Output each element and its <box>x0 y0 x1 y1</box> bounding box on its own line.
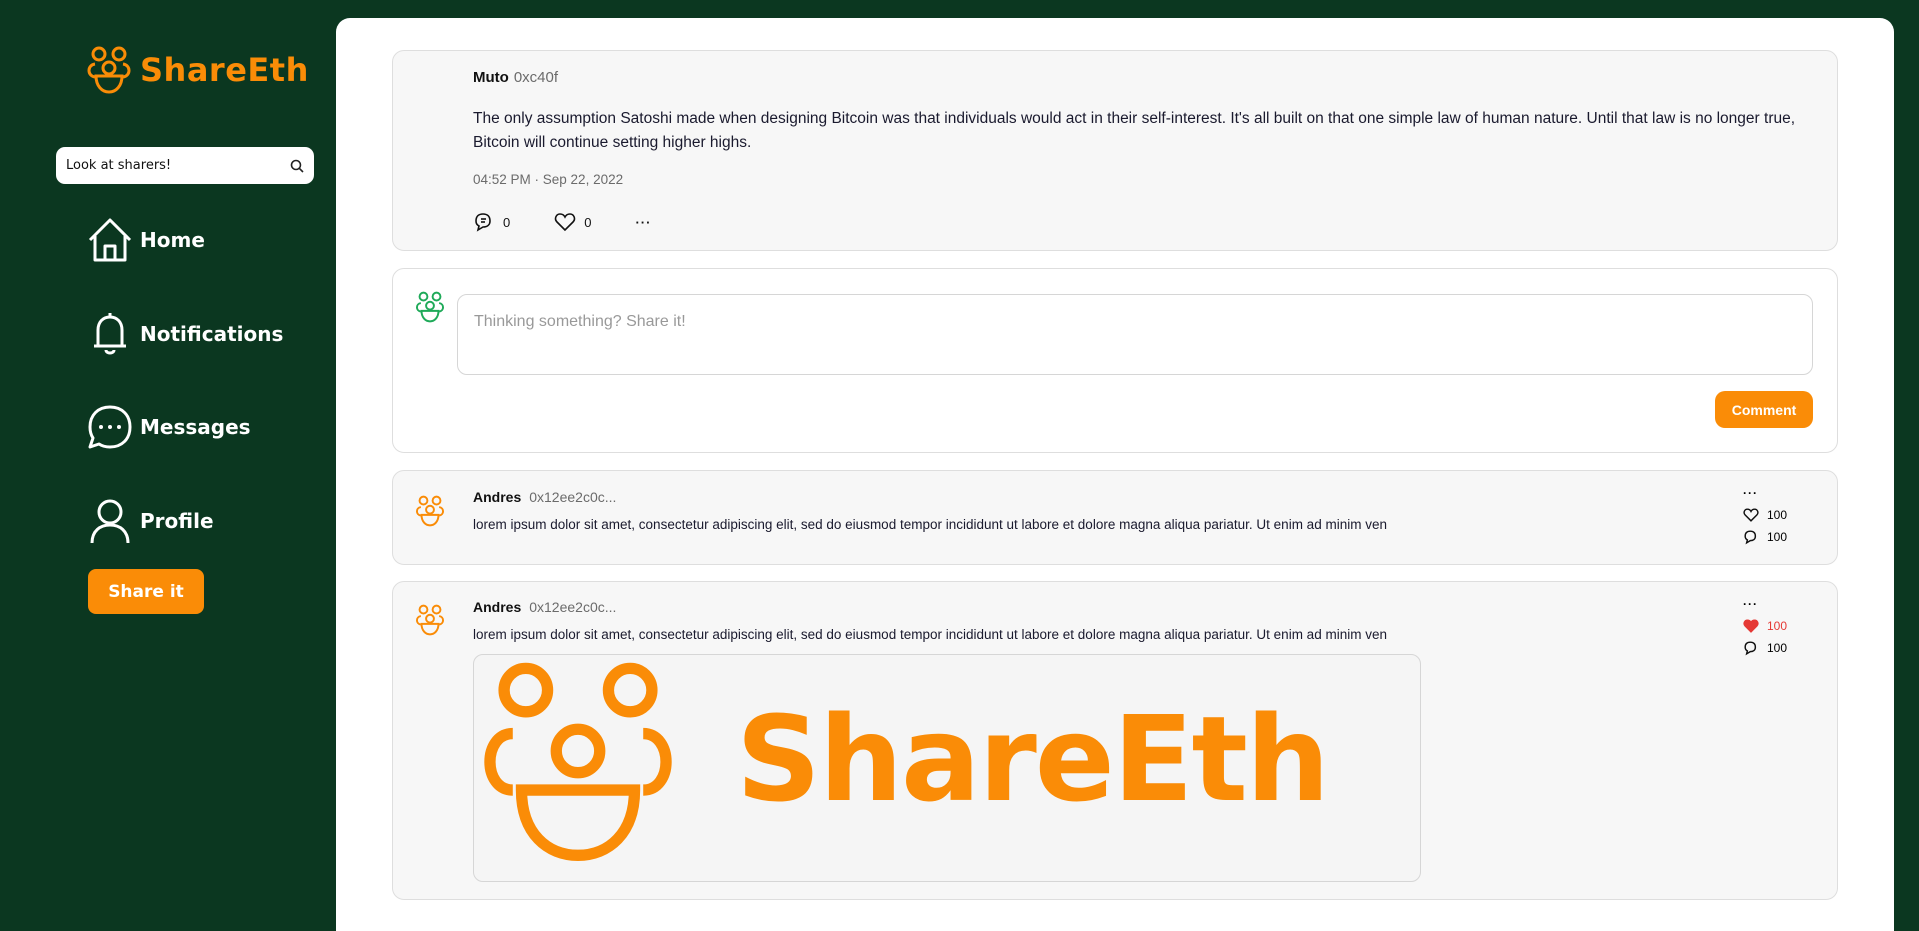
comment-actions: ··· 100 100 <box>1743 485 1787 545</box>
message-icon <box>88 405 132 449</box>
search-input[interactable] <box>66 158 290 173</box>
comment-actions: ··· 100 100 <box>1743 596 1787 656</box>
scrollbar[interactable] <box>1905 18 1919 931</box>
post-handle: 0xc40f <box>513 69 559 86</box>
home-icon <box>88 218 132 262</box>
share-it-button[interactable]: Share it <box>88 569 204 614</box>
search-box <box>56 147 314 184</box>
comment-icon[interactable] <box>1743 640 1759 656</box>
comment-count: 0 <box>503 214 511 230</box>
banner-logo-text: ShareEth <box>736 690 1330 828</box>
comment-text: lorem ipsum dolor sit amet, consectetur … <box>473 517 1387 532</box>
feed-panel: Muto 0xc40f The only assumption Satoshi … <box>336 18 1894 931</box>
post-timestamp: 04:52 PM · Sep 22, 2022 <box>473 172 624 187</box>
comment-author[interactable]: Andres <box>473 489 521 505</box>
comment-count: 100 <box>1766 530 1787 544</box>
like-count: 100 <box>1766 508 1787 522</box>
post-author[interactable]: Muto <box>473 69 509 86</box>
sidebar: ShareEth Home Notifications Messages Pro… <box>0 0 336 931</box>
nav-messages[interactable]: Messages <box>86 403 251 451</box>
search-icon[interactable] <box>290 159 304 173</box>
more-options-icon[interactable]: ··· <box>1743 486 1758 500</box>
comment-icon[interactable] <box>473 211 495 233</box>
comment-handle: 0x12ee2c0c... <box>529 599 617 615</box>
nav-notifications[interactable]: Notifications <box>86 310 283 358</box>
comment-header: Andres 0x12ee2c0c... <box>473 599 616 615</box>
comment-card: Andres 0x12ee2c0c... lorem ipsum dolor s… <box>392 470 1838 565</box>
sharers-logo-icon <box>484 662 672 861</box>
comment-card: Andres 0x12ee2c0c... lorem ipsum dolor s… <box>392 581 1838 900</box>
comment-count: 100 <box>1766 641 1787 655</box>
heart-icon[interactable] <box>1743 507 1759 523</box>
bell-icon <box>94 313 126 355</box>
more-options-icon[interactable]: ··· <box>635 215 651 230</box>
attached-image[interactable]: ShareEth <box>473 654 1421 882</box>
post-text: The only assumption Satoshi made when de… <box>473 110 1796 151</box>
nav-label: Messages <box>140 415 251 439</box>
user-icon <box>90 499 130 544</box>
nav-home[interactable]: Home <box>86 216 205 264</box>
comment-icon[interactable] <box>1743 529 1759 545</box>
more-options-icon[interactable]: ··· <box>1743 597 1758 611</box>
comment-handle: 0x12ee2c0c... <box>529 489 617 505</box>
like-count: 0 <box>584 214 592 230</box>
post-header: Muto 0xc40f <box>473 69 558 86</box>
like-count: 100 <box>1766 619 1787 633</box>
app-name: ShareEth <box>140 51 309 89</box>
nav-label: Home <box>140 228 205 252</box>
user-avatar-icon <box>415 604 445 636</box>
heart-icon[interactable] <box>554 211 576 233</box>
heart-filled-icon[interactable] <box>1743 618 1759 634</box>
sharers-logo-icon <box>87 46 131 94</box>
nav-profile[interactable]: Profile <box>86 497 214 545</box>
nav-label: Profile <box>140 509 214 533</box>
nav-label: Notifications <box>140 322 284 346</box>
comment-composer: Comment <box>392 268 1838 453</box>
comment-input[interactable] <box>457 294 1813 375</box>
main-post: Muto 0xc40f The only assumption Satoshi … <box>392 50 1838 251</box>
user-avatar-icon <box>415 495 445 527</box>
comment-header: Andres 0x12ee2c0c... <box>473 489 616 505</box>
comment-text: lorem ipsum dolor sit amet, consectetur … <box>473 627 1387 642</box>
user-avatar-icon <box>415 291 445 323</box>
comment-author[interactable]: Andres <box>473 599 521 615</box>
app-logo[interactable]: ShareEth <box>86 46 309 94</box>
comment-button[interactable]: Comment <box>1715 391 1813 428</box>
post-actions: 0 0 ··· <box>473 211 651 233</box>
